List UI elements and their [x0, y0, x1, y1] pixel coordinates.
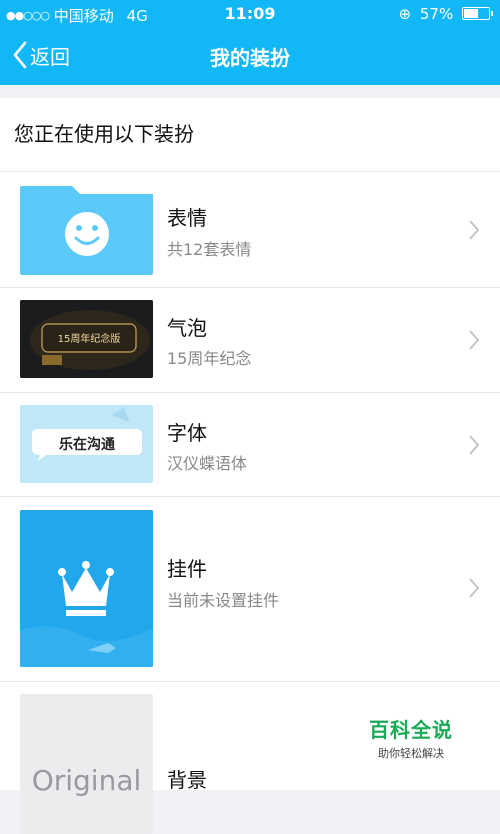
- font-sample-text: 乐在沟通: [59, 437, 115, 453]
- item-name: 表情: [167, 206, 207, 230]
- crown-icon: [20, 510, 153, 667]
- list-item-pendant[interactable]: 挂件 当前未设置挂件: [0, 497, 500, 682]
- chevron-right-icon: [469, 330, 480, 350]
- bubble-label: 15周年纪念版: [57, 334, 121, 345]
- rotation-lock-icon: ⊕: [398, 5, 412, 23]
- header: ●●○○○ 中国移动 4G 11:09 ⊕ 57% 返回 我的装扮: [0, 0, 500, 85]
- bubble-thumbnail: 15周年纪念版: [20, 300, 153, 378]
- page-title: 我的装扮: [210, 46, 290, 70]
- chevron-right-icon: [469, 435, 480, 455]
- item-desc: 15周年纪念: [167, 349, 252, 368]
- chevron-right-icon: [469, 578, 480, 598]
- list-item-font[interactable]: 乐在沟通 字体 汉仪蝶语体: [0, 393, 500, 497]
- item-desc: 汉仪蝶语体: [167, 454, 248, 473]
- watermark-title: 百科全说: [369, 718, 453, 742]
- background-thumbnail: Original: [20, 694, 153, 834]
- item-desc: 共12套表情: [167, 240, 252, 259]
- font-thumbnail: 乐在沟通: [20, 405, 153, 483]
- item-name: 气泡: [167, 316, 207, 340]
- watermark-subtitle: 助你轻松解决: [378, 747, 444, 760]
- item-name: 挂件: [167, 557, 207, 581]
- content: 您正在使用以下装扮 表情 共12套表情 15周年纪念版 气泡 15周年纪念 乐在…: [0, 98, 500, 834]
- battery-icon: [462, 7, 493, 20]
- list-item-bubble[interactable]: 15周年纪念版 气泡 15周年纪念: [0, 288, 500, 393]
- chevron-right-icon: [469, 220, 480, 240]
- item-name: 字体: [167, 421, 207, 445]
- watermark: 百科全说 助你轻松解决: [361, 714, 461, 761]
- background-preview-text: Original: [31, 764, 142, 797]
- item-desc: 当前未设置挂件: [167, 591, 280, 610]
- status-bar: ●●○○○ 中国移动 4G 11:09 ⊕ 57%: [0, 0, 500, 28]
- battery-percent: 57%: [419, 5, 454, 23]
- section-title: 您正在使用以下装扮: [0, 98, 500, 172]
- emoji-thumbnail: [20, 186, 153, 275]
- nav-bar: 返回 我的装扮: [0, 28, 500, 85]
- pendant-thumbnail: [20, 510, 153, 667]
- list-item-emoji[interactable]: 表情 共12套表情: [0, 172, 500, 288]
- item-name: 背景: [167, 768, 207, 792]
- smiley-folder-icon: [20, 186, 153, 275]
- status-right: ⊕ 57%: [398, 5, 493, 23]
